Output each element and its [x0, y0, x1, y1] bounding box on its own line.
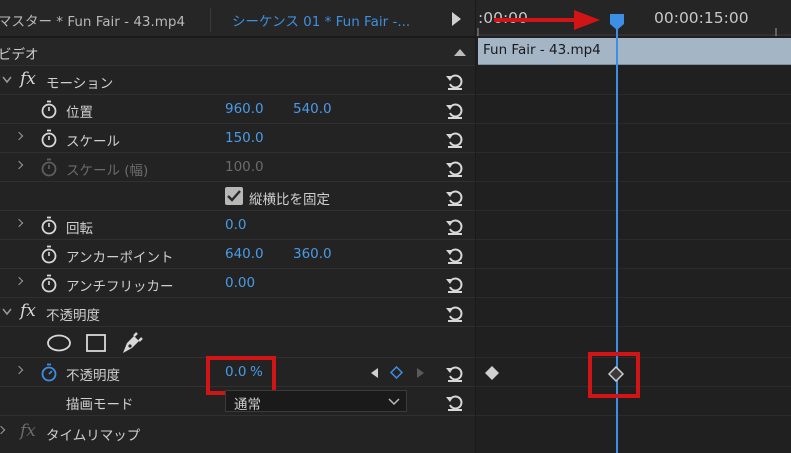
blend-mode-label: 描画モード — [66, 397, 134, 413]
playhead-icon[interactable] — [610, 14, 624, 30]
blend-mode-value: 通常 — [234, 397, 261, 413]
opacity-label: 不透明度 — [66, 368, 120, 384]
prev-keyframe-icon[interactable] — [371, 368, 379, 378]
keyframe-row — [476, 153, 791, 182]
fx-icon: fx — [20, 421, 36, 441]
scale-width-row: スケール (幅) 100.0 — [0, 153, 475, 182]
reset-icon[interactable] — [445, 129, 465, 149]
effect-timeline-panel: :00:00 00:00:15:00 Fun Fair - 43.mp4 — [475, 0, 791, 453]
reset-icon[interactable] — [445, 303, 465, 323]
uniform-scale-checkbox[interactable] — [225, 187, 243, 205]
scale-value[interactable]: 150.0 — [225, 130, 264, 146]
arrow-icon — [494, 10, 600, 30]
reset-icon[interactable] — [445, 187, 465, 207]
tab-divider — [210, 8, 211, 32]
keyframe-row — [476, 269, 791, 298]
tab-sequence[interactable]: シーケンス 01 * Fun Fair -... — [232, 10, 410, 30]
stopwatch-icon — [41, 158, 57, 177]
chevron-down-icon — [388, 398, 400, 406]
twirl-right-icon[interactable] — [14, 160, 24, 170]
motion-label: モーション — [46, 76, 114, 92]
next-keyframe-icon[interactable] — [416, 368, 424, 378]
reset-icon[interactable] — [445, 245, 465, 265]
keyframe-row — [476, 240, 791, 269]
rotation-label: 回転 — [66, 221, 93, 237]
clip-name: Fun Fair - 43.mp4 — [483, 42, 601, 58]
effect-controls-panel: マスター * Fun Fair - 43.mp4 シーケンス 01 * Fun … — [0, 0, 475, 453]
keyframe-icon[interactable] — [484, 365, 500, 381]
tab-master[interactable]: マスター * Fun Fair - 43.mp4 — [0, 10, 185, 30]
anchor-point-label: アンカーポイント — [66, 250, 174, 266]
anchor-y-value[interactable]: 360.0 — [293, 246, 332, 262]
keyframe-row — [476, 298, 791, 327]
blend-mode-dropdown[interactable]: 通常 — [225, 390, 407, 413]
stopwatch-icon[interactable] — [40, 129, 58, 148]
scale-width-label: スケール (幅) — [66, 163, 149, 179]
position-label: 位置 — [66, 105, 93, 121]
pen-mask-icon[interactable] — [120, 331, 144, 355]
scale-width-value: 100.0 — [225, 159, 264, 175]
rect-mask-icon[interactable] — [85, 333, 107, 353]
clip-bar[interactable]: Fun Fair - 43.mp4 — [478, 38, 791, 65]
stopwatch-icon[interactable] — [40, 100, 58, 119]
keyframe-row — [476, 66, 791, 95]
section-title: ビデオ — [0, 47, 39, 63]
rotation-row: 回転 0.0 — [0, 211, 475, 240]
reset-icon[interactable] — [445, 363, 465, 383]
reset-icon[interactable] — [445, 392, 465, 412]
reset-icon[interactable] — [445, 158, 465, 178]
opacity-effect-label: 不透明度 — [46, 308, 100, 324]
collapse-up-icon[interactable] — [454, 48, 466, 56]
twirl-down-icon[interactable] — [2, 76, 12, 84]
opacity-effect-row[interactable]: fx 不透明度 — [0, 298, 475, 327]
antiflicker-value[interactable]: 0.00 — [225, 275, 255, 291]
twirl-right-icon[interactable] — [14, 276, 24, 286]
antiflicker-row: アンチフリッカー 0.00 — [0, 269, 475, 298]
blend-mode-row: 描画モード 通常 — [0, 387, 475, 416]
twirl-right-icon[interactable] — [0, 425, 6, 435]
uniform-scale-row: 縦横比を固定 — [0, 182, 475, 211]
motion-effect-row[interactable]: fx モーション — [0, 66, 475, 95]
fx-icon[interactable]: fx — [20, 69, 36, 89]
mask-tools-row — [0, 327, 475, 358]
keyframe-row — [476, 95, 791, 124]
time-remap-row[interactable]: fx タイムリマップ — [0, 418, 475, 447]
reset-icon[interactable] — [445, 100, 465, 120]
reset-icon[interactable] — [445, 216, 465, 236]
rotation-value[interactable]: 0.0 — [225, 217, 246, 233]
position-y-value[interactable]: 540.0 — [293, 101, 332, 117]
time-remap-label: タイムリマップ — [46, 428, 141, 444]
twirl-right-icon[interactable] — [14, 218, 24, 228]
anchor-point-row: アンカーポイント 640.0 360.0 — [0, 240, 475, 269]
twirl-down-icon[interactable] — [2, 308, 12, 316]
reset-icon[interactable] — [445, 274, 465, 294]
ellipse-mask-icon[interactable] — [46, 334, 72, 352]
stopwatch-icon[interactable] — [40, 245, 58, 264]
keyframe-row — [476, 182, 791, 211]
end-timecode: 00:00:15:00 — [654, 9, 749, 27]
scale-label: スケール — [66, 134, 120, 150]
stopwatch-icon[interactable] — [40, 274, 58, 293]
panel-tabs: マスター * Fun Fair - 43.mp4 シーケンス 01 * Fun … — [0, 0, 475, 38]
video-section-header[interactable]: ビデオ — [0, 38, 475, 66]
fx-icon[interactable]: fx — [20, 301, 36, 321]
anchor-x-value[interactable]: 640.0 — [225, 246, 264, 262]
position-row: 位置 960.0 540.0 — [0, 95, 475, 124]
play-only-icon[interactable] — [452, 12, 461, 26]
position-x-value[interactable]: 960.0 — [225, 101, 264, 117]
uniform-scale-label: 縦横比を固定 — [249, 192, 330, 208]
keyframe-highlight — [588, 352, 640, 398]
keyframe-row — [476, 211, 791, 240]
keyframe-row — [476, 124, 791, 153]
twirl-right-icon[interactable] — [14, 365, 24, 375]
add-keyframe-icon[interactable] — [390, 366, 403, 379]
scale-row: スケール 150.0 — [0, 124, 475, 153]
reset-icon[interactable] — [445, 71, 465, 91]
twirl-right-icon[interactable] — [14, 131, 24, 141]
antiflicker-label: アンチフリッカー — [66, 279, 174, 295]
stopwatch-icon[interactable] — [40, 216, 58, 235]
checkmark-icon — [227, 190, 241, 202]
stopwatch-icon[interactable] — [40, 363, 58, 382]
